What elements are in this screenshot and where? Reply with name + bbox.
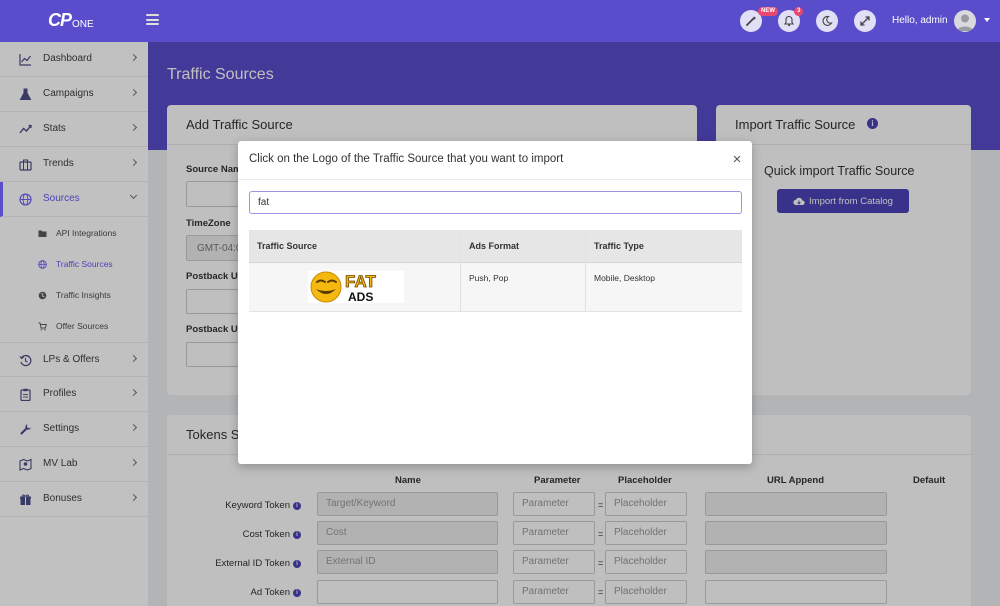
globe-solid-icon <box>38 291 47 300</box>
chevron-right-icon <box>129 354 138 363</box>
fullscreen-button[interactable] <box>854 10 876 32</box>
close-icon[interactable]: × <box>730 151 744 168</box>
chevron-right-icon <box>129 458 138 467</box>
sidebar: Dashboard Campaigns Stats Trends Sources… <box>0 42 148 606</box>
wrench-icon <box>19 423 32 436</box>
logo-subtext: ONE <box>72 19 94 30</box>
sidebar-item-label: Dashboard <box>43 53 92 64</box>
column-divider <box>585 230 586 312</box>
chart-trend-icon <box>19 123 32 136</box>
clipboard-icon <box>19 388 32 402</box>
logo-fat-text: FAT <box>345 272 376 291</box>
map-marker-icon <box>19 458 32 471</box>
sidebar-item-label: Campaigns <box>43 88 94 99</box>
chevron-right-icon <box>129 88 138 97</box>
sidebar-subitem-traffic-insights[interactable]: Traffic Insights <box>0 280 148 311</box>
sidebar-item-label: Profiles <box>43 388 77 399</box>
magic-wand-icon <box>746 16 757 26</box>
cart-icon <box>38 322 47 331</box>
table-header: Traffic Source Ads Format Traffic Type <box>249 230 742 263</box>
chevron-right-icon <box>129 388 138 397</box>
logo-ads-text: ADS <box>348 290 373 303</box>
user-greeting[interactable]: Hello, admin <box>892 15 948 26</box>
sidebar-subitem-label: Offer Sources <box>56 321 109 331</box>
column-header-traffic-type: Traffic Type <box>594 241 644 251</box>
chevron-right-icon <box>129 158 138 167</box>
history-icon <box>19 354 32 367</box>
avatar[interactable] <box>954 10 976 32</box>
sidebar-item-label: Sources <box>43 193 80 204</box>
logo-text: CP <box>48 10 72 30</box>
bell-icon <box>783 15 795 27</box>
sidebar-item-sources[interactable]: Sources <box>0 182 148 217</box>
chevron-right-icon <box>129 123 138 132</box>
globe-icon <box>19 193 32 206</box>
flask-icon <box>19 88 32 101</box>
sidebar-item-profiles[interactable]: Profiles <box>0 377 148 412</box>
gift-icon <box>19 493 32 506</box>
sidebar-item-dashboard[interactable]: Dashboard <box>0 42 148 77</box>
table-row: FAT ADS Push, Pop Mobile, Desktop <box>249 263 742 312</box>
dark-mode-button[interactable] <box>816 10 838 32</box>
modal-title: Click on the Logo of the Traffic Source … <box>249 153 564 165</box>
globe-icon <box>38 260 47 269</box>
sidebar-item-label: Stats <box>43 123 66 134</box>
new-badge: NEW <box>758 7 778 16</box>
chevron-down-icon[interactable] <box>984 18 990 22</box>
column-header-ads-format: Ads Format <box>469 241 520 251</box>
notification-count-badge: 3 <box>794 7 804 16</box>
chevron-right-icon <box>129 53 138 62</box>
expand-icon <box>860 16 870 26</box>
folder-icon <box>38 229 47 238</box>
sidebar-item-lps-offers[interactable]: LPs & Offers <box>0 342 148 377</box>
moon-icon <box>822 15 833 26</box>
briefcase-icon <box>19 158 32 171</box>
sidebar-subitem-label: Traffic Sources <box>56 259 113 269</box>
column-divider <box>460 230 461 312</box>
chevron-right-icon <box>129 493 138 502</box>
sidebar-item-label: Trends <box>43 158 74 169</box>
fat-ads-logo-icon: FAT ADS <box>310 271 377 304</box>
column-header-traffic-source: Traffic Source <box>257 241 318 251</box>
sidebar-item-label: Settings <box>43 423 80 434</box>
sidebar-item-label: Bonuses <box>43 493 82 504</box>
ads-format-cell: Push, Pop <box>469 273 509 283</box>
modal-header: Click on the Logo of the Traffic Source … <box>238 141 752 180</box>
sidebar-item-label: MV Lab <box>43 458 78 469</box>
fat-ads-logo[interactable]: FAT ADS <box>308 271 404 304</box>
sidebar-item-stats[interactable]: Stats <box>0 112 148 147</box>
sidebar-item-bonuses[interactable]: Bonuses <box>0 482 148 517</box>
chart-line-icon <box>19 53 32 66</box>
sidebar-subitem-label: Traffic Insights <box>56 290 111 300</box>
sidebar-subitem-label: API Integrations <box>56 228 117 238</box>
top-navbar: CP ONE NEW 3 Hello, admin <box>0 0 1000 42</box>
traffic-source-search-input[interactable] <box>249 191 742 214</box>
sidebar-item-label: LPs & Offers <box>43 354 100 365</box>
traffic-type-cell: Mobile, Desktop <box>594 273 655 283</box>
import-modal: Click on the Logo of the Traffic Source … <box>238 141 752 464</box>
sidebar-item-campaigns[interactable]: Campaigns <box>0 77 148 112</box>
user-avatar-icon <box>957 14 973 31</box>
sidebar-subitem-api-integrations[interactable]: API Integrations <box>0 218 148 249</box>
sidebar-item-trends[interactable]: Trends <box>0 147 148 182</box>
chevron-down-icon <box>129 191 138 200</box>
app-logo[interactable]: CP ONE <box>48 10 108 32</box>
sidebar-item-mv-lab[interactable]: MV Lab <box>0 447 148 482</box>
sidebar-subitem-traffic-sources[interactable]: Traffic Sources <box>0 249 148 280</box>
sidebar-subitem-offer-sources[interactable]: Offer Sources <box>0 311 148 342</box>
sidebar-item-settings[interactable]: Settings <box>0 412 148 447</box>
chevron-right-icon <box>129 423 138 432</box>
menu-toggle-icon[interactable] <box>146 14 159 25</box>
